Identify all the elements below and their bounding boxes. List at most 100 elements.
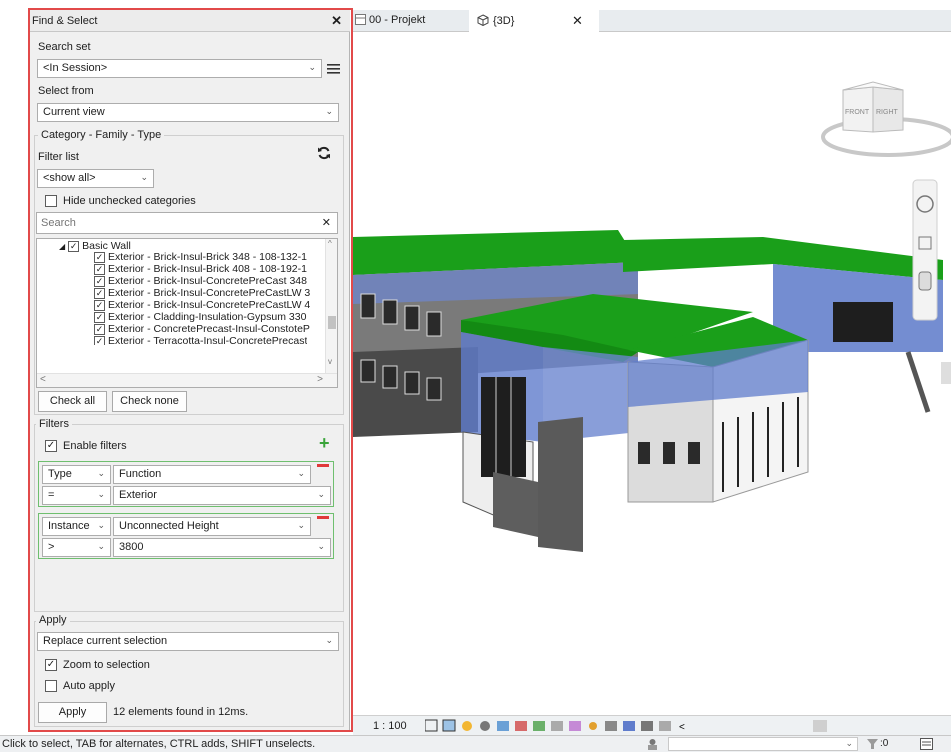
worksharing-icon[interactable] — [623, 721, 635, 731]
temporary-properties-icon[interactable] — [605, 721, 617, 731]
scroll-thumb[interactable] — [328, 316, 336, 329]
remove-filter-icon[interactable] — [317, 516, 329, 519]
sun-path-icon[interactable] — [462, 721, 472, 731]
window — [638, 442, 650, 464]
horizontal-scroll-thumb[interactable] — [813, 720, 827, 732]
close-icon[interactable]: ✕ — [331, 13, 342, 29]
chevron-down-icon: ⌄ — [845, 738, 853, 748]
search-input[interactable] — [37, 213, 317, 233]
select-from-dropdown[interactable]: Current view ⌄ — [37, 103, 339, 122]
tree-item[interactable]: ✓ Exterior - Brick-Insul-Brick 348 - 108-… — [94, 252, 307, 263]
tree-checkbox[interactable]: ✓ — [94, 336, 105, 345]
tree-vertical-scrollbar[interactable]: ^ v — [325, 239, 337, 373]
tree-checkbox[interactable]: ✓ — [94, 276, 105, 287]
render-icon[interactable] — [497, 721, 509, 731]
building-model[interactable]: FRONT RIGHT — [353, 32, 951, 715]
tab-projekt[interactable]: 00 - Projekt — [355, 10, 463, 32]
refresh-icon[interactable] — [317, 146, 331, 160]
tree-checkbox[interactable]: ✓ — [94, 312, 105, 323]
selection-settings-icon[interactable] — [920, 738, 933, 750]
chevron-left-icon[interactable]: < — [679, 722, 685, 733]
entrance-step — [493, 472, 538, 537]
filter-operator-dropdown[interactable]: = ⌄ — [42, 486, 111, 505]
analytical-model-icon[interactable] — [641, 721, 653, 731]
chevron-down-icon: ⌄ — [297, 520, 305, 530]
tree-item[interactable]: ✓ Exterior - Cladding-Insulation-Gypsum 3… — [94, 312, 306, 323]
filter-value-value: Exterior — [119, 489, 157, 501]
auto-apply-label: Auto apply — [63, 680, 115, 692]
filter-icon[interactable] — [867, 738, 878, 750]
auto-apply-checkbox[interactable] — [45, 680, 57, 692]
tree-item[interactable]: ✓ Exterior - Brick-Insul-ConcretePreCast … — [94, 276, 307, 287]
chevron-down-icon: ⌄ — [317, 489, 325, 499]
zoom-to-selection-checkbox[interactable]: ✓ — [45, 659, 57, 671]
filter-value-dropdown[interactable]: Exterior ⌄ — [113, 486, 331, 505]
scroll-right-icon[interactable]: > — [317, 374, 323, 385]
tree-checkbox[interactable]: ✓ — [68, 241, 80, 252]
tree-item[interactable]: ✓ Exterior - ConcretePrecast-Insul-Consto… — [94, 324, 310, 335]
show-crop-icon[interactable] — [533, 721, 545, 731]
clear-search-icon[interactable]: ✕ — [322, 216, 331, 229]
detail-level-icon[interactable] — [425, 719, 438, 732]
view-scale[interactable]: 1 : 100 — [373, 720, 407, 732]
orbit-icon[interactable] — [918, 271, 932, 291]
filter-operator-dropdown[interactable]: > ⌄ — [42, 538, 111, 557]
menu-icon[interactable] — [327, 63, 340, 74]
3d-viewport[interactable]: FRONT RIGHT — [353, 32, 951, 715]
hide-isolate-icon[interactable] — [569, 721, 581, 731]
shadows-icon[interactable] — [480, 721, 490, 731]
apply-button[interactable]: Apply — [38, 702, 107, 723]
check-none-button[interactable]: Check none — [112, 391, 187, 412]
filter-list-dropdown[interactable]: <show all> ⌄ — [37, 169, 154, 188]
check-all-button[interactable]: Check all — [38, 391, 107, 412]
scroll-down-icon[interactable]: v — [328, 357, 332, 366]
window — [404, 371, 420, 395]
panel-titlebar: Find & Select ✕ — [30, 10, 350, 32]
filter-scope-dropdown[interactable]: Instance ⌄ — [42, 517, 111, 536]
tree-item[interactable]: ✓ Exterior - Brick-Insul-ConcretePreCastL… — [94, 300, 310, 311]
tree-checkbox[interactable]: ✓ — [94, 300, 105, 311]
enable-filters-checkbox[interactable]: ✓ — [45, 440, 57, 452]
visual-style-icon[interactable] — [442, 719, 456, 732]
chevron-down-icon: ⌄ — [308, 62, 316, 72]
filter-scope-value: Instance — [48, 520, 90, 532]
status-bar: Click to select, TAB for alternates, CTR… — [0, 735, 951, 752]
tree-item-label: Exterior - Brick-Insul-Brick 348 - 108-1… — [108, 251, 307, 263]
tree-item[interactable]: ✓ Exterior - Brick-Insul-ConcretePreCastL… — [94, 288, 310, 299]
chevron-down-icon: ⌄ — [140, 172, 148, 182]
apply-mode-dropdown[interactable]: Replace current selection ⌄ — [37, 632, 339, 651]
search-set-dropdown[interactable]: <In Session> ⌄ — [37, 59, 322, 78]
scroll-left-icon[interactable]: < — [40, 374, 46, 385]
tab-3d[interactable]: {3D} ✕ — [469, 10, 599, 32]
worksets-icon[interactable] — [646, 738, 659, 751]
remove-filter-icon[interactable] — [317, 464, 329, 467]
filter-scope-dropdown[interactable]: Type ⌄ — [42, 465, 111, 484]
tree-checkbox[interactable]: ✓ — [94, 324, 105, 335]
panel-title: Find & Select — [32, 15, 98, 27]
highlight-displacement-icon[interactable] — [659, 721, 671, 731]
add-filter-icon[interactable]: + — [319, 433, 330, 454]
window — [663, 442, 675, 464]
viewport-scroll-thumb[interactable] — [941, 362, 951, 384]
reveal-hidden-icon[interactable] — [589, 722, 597, 730]
filter-parameter-dropdown[interactable]: Function ⌄ — [113, 465, 311, 484]
filter-value-dropdown[interactable]: 3800 ⌄ — [113, 538, 331, 557]
tree-item-label: Exterior - Brick-Insul-ConcretePreCastLW… — [108, 299, 311, 311]
tree-checkbox[interactable]: ✓ — [94, 264, 105, 275]
tree-item[interactable]: ✓ Exterior - Brick-Insul-Brick 408 - 108-… — [94, 264, 307, 275]
expand-triangle-icon[interactable]: ◢ — [59, 242, 65, 251]
crop-view-icon[interactable] — [515, 721, 527, 731]
chevron-down-icon: ⌄ — [297, 468, 305, 478]
chevron-down-icon: ⌄ — [317, 541, 325, 551]
tree-checkbox[interactable]: ✓ — [94, 288, 105, 299]
filter-parameter-dropdown[interactable]: Unconnected Height ⌄ — [113, 517, 311, 536]
workset-dropdown[interactable]: ⌄ — [668, 737, 858, 751]
hide-unchecked-checkbox[interactable] — [45, 195, 57, 207]
tree-item-label: Exterior - Cladding-Insulation-Gypsum 33… — [108, 311, 307, 323]
close-tab-icon[interactable]: ✕ — [572, 13, 583, 29]
tree-item[interactable]: ✓ Exterior - Terracotta-Insul-ConcretePre… — [94, 336, 307, 345]
lock-view-icon[interactable] — [551, 721, 563, 731]
tree-horizontal-scrollbar[interactable]: < > — [37, 373, 337, 387]
tree-checkbox[interactable]: ✓ — [94, 252, 105, 263]
scroll-up-icon[interactable]: ^ — [328, 239, 332, 248]
